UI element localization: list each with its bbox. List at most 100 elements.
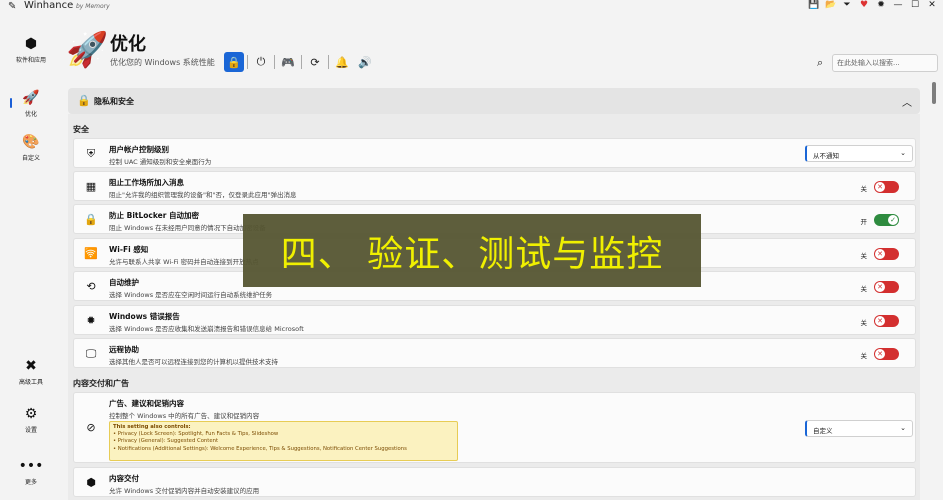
sidebar-item-1[interactable]: 🚀 优化 <box>0 90 62 118</box>
setting-title: 远程协助 <box>109 345 139 354</box>
sidebar-item-3[interactable]: ✖ 高级工具 <box>0 358 62 386</box>
info-note: This setting also controls: • Privacy (L… <box>109 421 458 461</box>
lock-icon: 🔒 <box>77 94 91 107</box>
note-line: • Privacy (Lock Screen): Spotlight, Fun … <box>113 431 279 438</box>
chevron-down-icon: ⌄ <box>900 424 906 432</box>
remote-icon: 🖵 <box>85 347 97 360</box>
setting-desc: 允许 Windows 交付促销内容并自动安装建议的应用 <box>109 487 260 495</box>
toggle-switch[interactable]: ✕ <box>874 181 899 193</box>
pencil-icon: ✎ <box>8 1 17 12</box>
toggle-switch[interactable]: ✕ <box>874 281 899 293</box>
check-icon: ✓ <box>888 215 898 225</box>
group-label-security: 安全 <box>73 125 89 134</box>
window-controls: 💾 📂 ⏷ ♥ ✹ — ☐ ✕ <box>808 0 937 10</box>
section-title: 隐私和安全 <box>94 97 134 106</box>
setting-title: 自动维护 <box>109 278 139 287</box>
toggle-state-label: 开 <box>860 218 868 226</box>
toggle-switch[interactable]: ✕ <box>874 248 899 260</box>
sidebar-item-label: 软件和应用 <box>15 57 46 64</box>
scrollbar[interactable] <box>931 80 937 500</box>
toggle-state-label: 关 <box>860 285 868 293</box>
minimize-icon[interactable]: — <box>893 0 903 10</box>
separator <box>301 55 302 69</box>
setting-card-content-delivery: ⬢ 内容交付 允许 Windows 交付促销内容并自动安装建议的应用 <box>73 467 916 497</box>
app-subtitle: by Memory <box>76 3 110 10</box>
setting-card: 🖵 远程协助选择其他人是否可以远程连接到您的计算机以提供技术支持 关 ✕ <box>73 338 916 368</box>
setting-card-ads: ⊘ 广告、建议和促销内容 控制整个 Windows 中的所有广告、建议和促销内容… <box>73 392 916 463</box>
setting-title: 用户帐户控制级别 <box>109 145 169 154</box>
toggle-switch[interactable]: ✕ <box>874 315 899 327</box>
setting-desc: 选择 Windows 是否应收集和发送崩溃报告和错误信息给 Microsoft <box>109 325 304 333</box>
separator <box>247 55 248 69</box>
search-input[interactable] <box>832 54 938 72</box>
setting-title: Windows 错误报告 <box>109 312 180 321</box>
section-header-privacy[interactable]: 🔒 隐私和安全 ︿ <box>68 88 920 114</box>
sidebar-item-label: 高级工具 <box>18 379 43 386</box>
close-icon[interactable]: ✕ <box>927 0 937 10</box>
category-bar: 🔒 ⏻ 🎮 ⟳ 🔔 🔊 <box>224 52 375 72</box>
volume-icon[interactable]: 🔊 <box>355 52 375 72</box>
uac-dropdown[interactable]: 从不通知 ⌄ <box>805 145 913 162</box>
heart-icon[interactable]: ♥ <box>859 0 869 10</box>
toggle-state-label: 关 <box>860 185 868 193</box>
toggle-switch[interactable]: ✓ <box>874 214 899 226</box>
chevron-up-icon[interactable]: ︿ <box>902 94 912 109</box>
sidebar-item-0[interactable]: ⬢ 软件和应用 <box>0 36 62 64</box>
search-icon: ⌕ <box>817 56 824 69</box>
power-icon[interactable]: ⏻ <box>251 52 271 72</box>
note-heading: This setting also controls: <box>113 424 191 430</box>
setting-title: Wi-Fi 感知 <box>109 245 149 254</box>
rocket-icon: 🚀 <box>66 30 109 70</box>
toggle-switch[interactable]: ✕ <box>874 348 899 360</box>
setting-card: ⛨ 用户帐户控制级别 控制 UAC 通知级别和安全桌面行为 从不通知 ⌄ <box>73 138 916 168</box>
setting-title: 阻止工作场所加入消息 <box>109 178 184 187</box>
gamepad-icon[interactable]: 🎮 <box>278 52 298 72</box>
overlay-banner: 四、 验证、测试与监控 <box>243 214 701 287</box>
toggle-state-label: 关 <box>860 352 868 360</box>
setting-desc: 允许与联系人共享 Wi-Fi 密码并自动连接到开放热点 <box>109 258 259 266</box>
building-icon: ▦ <box>85 180 97 193</box>
package-icon: ⬢ <box>24 36 38 52</box>
x-icon: ✕ <box>875 316 885 326</box>
page-subtitle: 优化您的 Windows 系统性能 <box>110 58 215 67</box>
setting-title: 防止 BitLocker 自动加密 <box>109 211 200 220</box>
tools-icon: ✖ <box>25 358 37 374</box>
scrollbar-thumb[interactable] <box>932 82 936 104</box>
sidebar-item-5[interactable]: ••• 更多 <box>0 458 62 486</box>
package-icon: ⬢ <box>86 476 96 489</box>
rocket-icon: 🚀 <box>22 90 40 106</box>
refresh-icon[interactable]: ⟳ <box>305 52 325 72</box>
x-icon: ✕ <box>875 249 885 259</box>
group-label-ads: 内容交付和广告 <box>73 379 129 388</box>
save-icon[interactable]: 💾 <box>808 0 819 10</box>
title-bar: ✎ Winhance by Memory 💾 📂 ⏷ ♥ ✹ — ☐ ✕ <box>0 0 943 14</box>
setting-desc: 控制整个 Windows 中的所有广告、建议和促销内容 <box>109 412 260 420</box>
dropdown-value: 自定义 <box>813 427 833 435</box>
ads-dropdown[interactable]: 自定义 ⌄ <box>805 420 913 437</box>
note-line: • Notifications (Additional Settings): W… <box>113 445 407 452</box>
setting-desc: 选择其他人是否可以远程连接到您的计算机以提供技术支持 <box>109 358 278 366</box>
x-icon: ✕ <box>875 282 885 292</box>
app-title: Winhance <box>24 0 74 11</box>
lock-icon[interactable]: 🔒 <box>224 52 244 72</box>
page-title: 优化 <box>110 34 146 55</box>
sidebar-item-label: 更多 <box>24 479 37 486</box>
no-ads-icon: ⊘ <box>86 421 96 434</box>
sidebar-item-4[interactable]: ⚙ 设置 <box>0 406 62 434</box>
sidebar-item-label: 自定义 <box>21 155 40 162</box>
separator <box>274 55 275 69</box>
settings-list: 安全 ⛨ 用户帐户控制级别 控制 UAC 通知级别和安全桌面行为 从不通知 ⌄ ▦ 阻止工作… <box>68 114 920 500</box>
bug-icon[interactable]: ✹ <box>876 0 886 10</box>
separator <box>328 55 329 69</box>
setting-title: 内容交付 <box>109 474 139 483</box>
sidebar-item-label: 设置 <box>24 427 37 434</box>
sidebar-item-2[interactable]: 🎨 自定义 <box>0 134 62 162</box>
dropdown-value: 从不通知 <box>813 152 839 160</box>
x-icon: ✕ <box>875 182 885 192</box>
sidebar-item-label: 优化 <box>24 111 37 118</box>
notification-icon[interactable]: 🔔 <box>332 52 352 72</box>
maximize-icon[interactable]: ☐ <box>910 0 920 10</box>
gear-icon: ⚙ <box>24 406 38 422</box>
folder-icon[interactable]: 📂 <box>825 0 836 10</box>
filter-icon[interactable]: ⏷ <box>842 0 852 10</box>
